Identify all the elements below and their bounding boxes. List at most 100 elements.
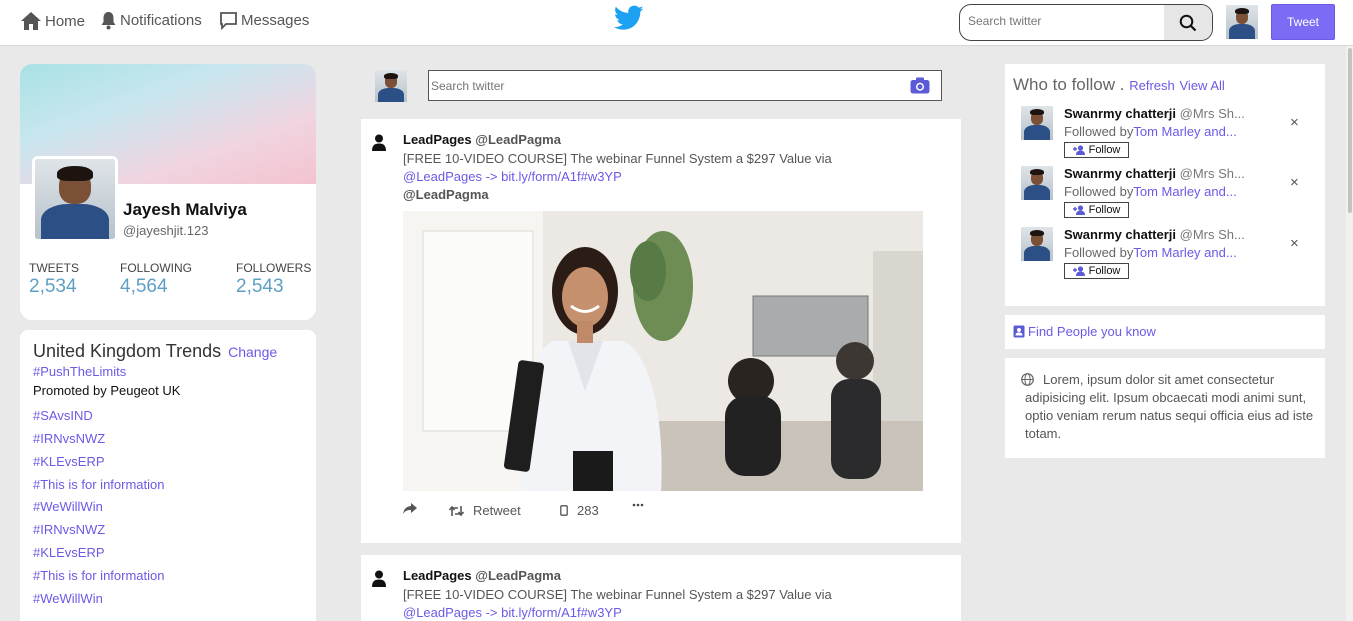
more-icon <box>632 503 644 507</box>
compose-avatar[interactable] <box>375 70 407 102</box>
follow-suggestion: Swanrmy chatterji @Mrs Sh... Followed by… <box>1021 227 1316 281</box>
camera-icon[interactable] <box>910 77 930 99</box>
followed-by-names[interactable]: Tom Marley and... <box>1133 124 1236 139</box>
promoted-trend[interactable]: #PushTheLimits <box>33 364 126 379</box>
trend-item[interactable]: #KLEvsERP <box>33 545 105 560</box>
retweet-label: Retweet <box>473 503 521 518</box>
followed-by-line: Followed byTom Marley and... <box>1064 245 1264 260</box>
stat-followers[interactable]: FOLLOWERS 2,543 <box>236 261 311 298</box>
nav-notifications-label: Notifications <box>120 12 202 29</box>
stat-label: FOLLOWERS <box>236 261 312 275</box>
add-user-icon <box>1072 266 1085 276</box>
search-icon <box>1179 14 1197 31</box>
profile-handle: @jayeshjit.123 <box>123 223 209 238</box>
stat-value: 2,543 <box>236 276 284 297</box>
suggestion-avatar[interactable] <box>1021 227 1053 261</box>
follow-button[interactable]: Follow <box>1064 142 1129 158</box>
trend-item[interactable]: #WeWillWin <box>33 591 103 606</box>
trend-item[interactable]: #SAvsIND <box>33 408 93 423</box>
bell-icon <box>101 12 116 30</box>
profile-avatar[interactable] <box>32 156 118 242</box>
comment-count: 283 <box>577 503 599 518</box>
stat-label: TWEETS <box>29 261 79 275</box>
tweet-author-name[interactable]: LeadPages <box>403 132 472 147</box>
retweet-button[interactable]: Retweet <box>449 503 521 518</box>
trend-item[interactable]: #IRNvsNWZ <box>33 522 105 537</box>
trend-item[interactable]: #This is for information <box>33 568 165 583</box>
trends-change-link[interactable]: Change <box>228 344 277 360</box>
tweet-author-name[interactable]: LeadPages <box>403 568 472 583</box>
tweet-card[interactable]: LeadPages @LeadPagma [FREE 10-VIDEO COUR… <box>361 119 961 543</box>
dismiss-icon[interactable]: × <box>1290 235 1299 252</box>
about-card: Lorem, ipsum dolor sit amet consectetur … <box>1005 358 1325 458</box>
tweet-card[interactable]: LeadPages @LeadPagma [FREE 10-VIDEO COUR… <box>361 555 961 621</box>
followed-by-line: Followed byTom Marley and... <box>1064 124 1264 139</box>
suggestion-name: Swanrmy chatterji <box>1064 227 1176 242</box>
add-user-icon <box>1072 145 1085 155</box>
about-text: Lorem, ipsum dolor sit amet consectetur … <box>1025 372 1314 441</box>
suggestion-name: Swanrmy chatterji <box>1064 166 1176 181</box>
nav-notifications[interactable]: Notifications <box>100 11 202 30</box>
trend-item[interactable]: #WeWillWin <box>33 499 103 514</box>
tweet-button[interactable]: Tweet <box>1271 4 1335 40</box>
follow-button[interactable]: Follow <box>1064 263 1129 279</box>
tweet-body: [FREE 10-VIDEO COURSE] The webinar Funne… <box>403 150 923 204</box>
compose-input[interactable] <box>431 79 871 93</box>
profile-name[interactable]: Jayesh Malviya <box>123 200 247 220</box>
search-button[interactable] <box>1164 5 1212 40</box>
share-button[interactable] <box>403 503 417 515</box>
tweet-header: LeadPages @LeadPagma <box>403 132 561 147</box>
find-people-card: Find People you know <box>1005 315 1325 349</box>
suggestion-avatar[interactable] <box>1021 106 1053 140</box>
trend-item[interactable]: #This is for information <box>33 477 165 492</box>
dismiss-icon[interactable]: × <box>1290 114 1299 131</box>
find-people-link[interactable]: Find People you know <box>1013 324 1156 339</box>
suggestion-name-line[interactable]: Swanrmy chatterji @Mrs Sh... <box>1064 166 1264 181</box>
trend-item[interactable]: #KLEvsERP <box>33 454 105 469</box>
followed-by-names[interactable]: Tom Marley and... <box>1133 184 1236 199</box>
tweet-mention[interactable]: @LeadPagma <box>403 186 923 204</box>
suggestion-handle: @Mrs Sh... <box>1179 166 1245 181</box>
nav-messages[interactable]: Messages <box>219 11 309 30</box>
trends-title-text: United Kingdom Trends <box>33 341 222 361</box>
share-icon <box>403 503 417 514</box>
view-all-link[interactable]: View All <box>1180 78 1225 93</box>
nav-messages-label: Messages <box>241 12 310 29</box>
followed-by-prefix: Followed by <box>1064 124 1134 139</box>
tweet-body: [FREE 10-VIDEO COURSE] The webinar Funne… <box>403 586 923 621</box>
nav-home-label: Home <box>45 12 86 30</box>
stat-following[interactable]: FOLLOWING 4,564 <box>120 261 192 298</box>
suggestion-name-line[interactable]: Swanrmy chatterji @Mrs Sh... <box>1064 227 1264 242</box>
tweet-image[interactable] <box>403 211 923 491</box>
comment-count-button[interactable]: 283 <box>560 503 599 518</box>
twitter-logo-icon[interactable] <box>613 5 644 36</box>
followed-by-names[interactable]: Tom Marley and... <box>1133 245 1236 260</box>
suggestion-handle: @Mrs Sh... <box>1179 227 1245 242</box>
trend-item[interactable]: #IRNvsNWZ <box>33 431 105 446</box>
user-icon <box>372 134 386 156</box>
dismiss-icon[interactable]: × <box>1290 174 1299 191</box>
tweet-header: LeadPages @LeadPagma <box>403 568 561 583</box>
tweet-link[interactable]: @LeadPages -> bit.ly/form/A1f#w3YP <box>403 168 923 186</box>
tweet-text: [FREE 10-VIDEO COURSE] The webinar Funne… <box>403 587 832 602</box>
top-search-input[interactable] <box>968 14 1158 28</box>
tweet-author-handle[interactable]: @LeadPagma <box>475 568 561 583</box>
promoted-by-label: Promoted by Peugeot UK <box>33 383 181 398</box>
more-options-button[interactable] <box>632 503 644 507</box>
nav-home[interactable]: Home <box>20 11 85 31</box>
refresh-link[interactable]: Refresh <box>1129 78 1175 93</box>
follow-button[interactable]: Follow <box>1064 202 1129 218</box>
suggestion-name-line[interactable]: Swanrmy chatterji @Mrs Sh... <box>1064 106 1264 121</box>
user-avatar[interactable] <box>1226 5 1258 39</box>
tweet-author-handle[interactable]: @LeadPagma <box>475 132 561 147</box>
follow-suggestion: Swanrmy chatterji @Mrs Sh... Followed by… <box>1021 106 1316 160</box>
follow-suggestion: Swanrmy chatterji @Mrs Sh... Followed by… <box>1021 166 1316 220</box>
tweet-link[interactable]: @LeadPages -> bit.ly/form/A1f#w3YP <box>403 604 923 621</box>
scrollbar-thumb[interactable] <box>1348 48 1352 213</box>
find-people-label: Find People you know <box>1028 324 1156 339</box>
suggestion-avatar[interactable] <box>1021 166 1053 200</box>
stat-tweets[interactable]: TWEETS 2,534 <box>29 261 79 298</box>
follow-label: Follow <box>1088 265 1121 277</box>
user-icon <box>372 570 386 592</box>
top-search-box <box>959 4 1213 41</box>
